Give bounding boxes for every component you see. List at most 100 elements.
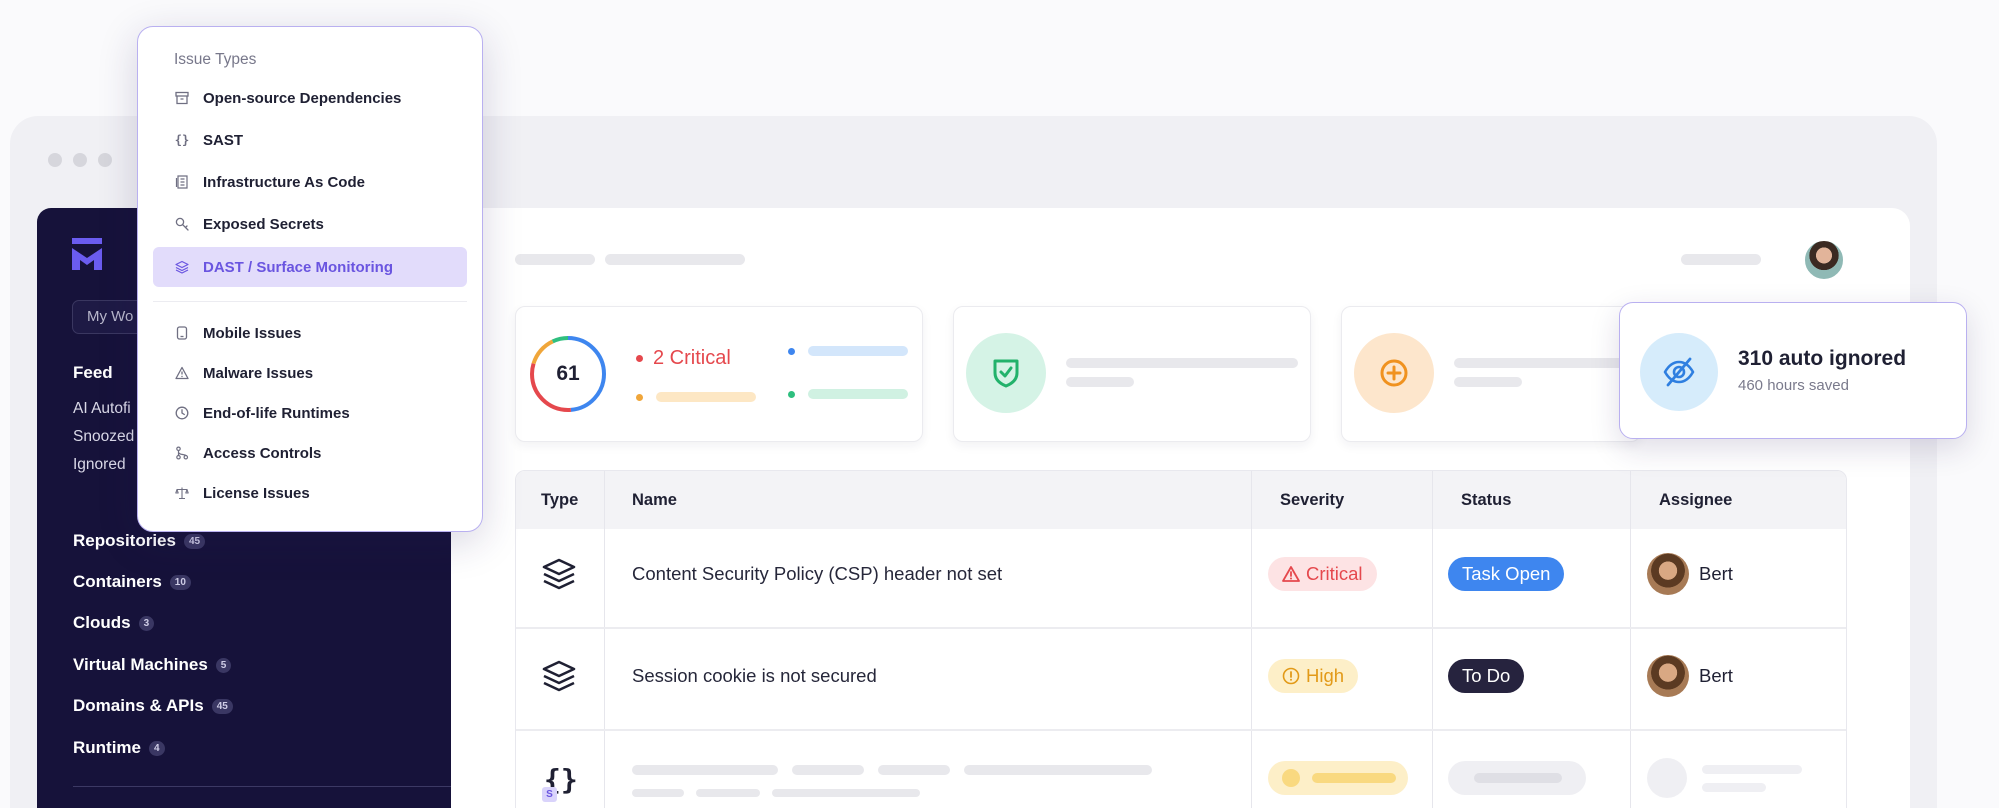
issue-name[interactable]: Session cookie is not secured [632,665,877,687]
row-divider [516,627,1846,629]
sidebar-item-clouds[interactable]: Clouds 3 [73,613,155,633]
issue-name[interactable]: Content Security Policy (CSP) header not… [632,563,1002,585]
avatar [1647,553,1689,595]
breadcrumb-placeholder [515,254,595,265]
menu-item-label: License Issues [203,484,310,502]
loading-placeholder [632,789,684,797]
critical-dot-icon [636,355,643,362]
column-divider [604,471,605,808]
window-dot [98,153,112,167]
sidebar-item-label: Repositories [73,531,176,550]
key-search-icon [174,216,190,232]
sidebar-item-label: Containers [73,572,162,591]
avatar [1647,655,1689,697]
dropdown-divider [153,301,467,302]
archive-icon [174,90,190,106]
severity-placeholder-bar [1312,773,1396,783]
assignee[interactable]: Bert [1647,655,1733,697]
loading-placeholder [878,765,950,775]
critical-count[interactable]: 2 Critical [636,347,731,370]
assignee-name: Bert [1699,665,1733,686]
security-score-card[interactable]: 61 2 Critical [515,306,923,442]
braces-icon: {} S [540,763,580,803]
column-header-status[interactable]: Status [1461,471,1511,529]
count-badge: 4 [149,740,165,756]
card-text-placeholder [1066,358,1298,368]
menu-item-end-of-life-runtimes[interactable]: End-of-life Runtimes [153,393,467,433]
menu-item-infrastructure-as-code[interactable]: Infrastructure As Code [153,162,467,202]
loading-placeholder [1702,765,1802,774]
sidebar-subitem-snoozed[interactable]: Snoozed [73,428,134,446]
menu-item-label: Exposed Secrets [203,215,324,233]
dropdown-title: Issue Types [174,51,257,68]
column-divider [1251,471,1252,808]
window-dot [48,153,62,167]
medium-count-placeholder [808,389,908,399]
menu-item-label: DAST / Surface Monitoring [203,258,394,276]
severity-label: Critical [1306,563,1363,584]
column-divider [1630,471,1631,808]
auto-ignored-card[interactable]: 310 auto ignored 460 hours saved [1619,302,1967,439]
menu-item-malware-issues[interactable]: Malware Issues [153,353,467,393]
sidebar-item-feed[interactable]: Feed [73,363,113,383]
sidebar-divider [73,786,451,787]
count-badge: 5 [215,657,232,673]
loading-placeholder [632,765,778,775]
eye-off-icon [1640,333,1718,411]
branch-icon [174,445,190,461]
severity-label: High [1306,665,1345,686]
sidebar-item-repositories[interactable]: Repositories 45 [73,531,206,551]
window-dot [73,153,87,167]
info-circle-icon [1282,667,1300,685]
column-header-severity[interactable]: Severity [1280,471,1344,529]
low-count-placeholder [808,346,908,356]
high-dot-icon [636,394,643,401]
status-badge[interactable]: Task Open [1448,557,1565,591]
mobile-icon [174,325,190,341]
sidebar-subitem-autofix[interactable]: AI Autofi [73,400,131,418]
warning-triangle-icon [1282,566,1300,582]
sidebar-item-runtime[interactable]: Runtime 4 [73,738,165,758]
card-text-placeholder [1454,377,1522,387]
menu-item-sast[interactable]: {} SAST [153,120,467,160]
assignee-name: Bert [1699,563,1733,584]
layers-icon [542,558,576,590]
issue-types-dropdown: Issue Types Open-source Dependencies {} … [137,26,483,532]
status-badge[interactable]: To Do [1448,659,1525,693]
high-count-placeholder [656,392,756,402]
count-badge: 10 [169,574,191,590]
menu-item-label: Malware Issues [203,364,314,382]
card-text-placeholder [1454,358,1624,368]
clock-icon [174,405,190,421]
menu-item-label: Mobile Issues [203,324,302,342]
sidebar-item-virtual-machines[interactable]: Virtual Machines 5 [73,655,232,675]
menu-item-open-source-dependencies[interactable]: Open-source Dependencies [153,78,467,118]
severity-placeholder-dot [1282,769,1300,787]
issues-table: Type Name Severity Status Assignee Conte… [515,470,1847,808]
menu-item-dast-surface-monitoring[interactable]: DAST / Surface Monitoring [153,247,467,287]
menu-item-mobile-issues[interactable]: Mobile Issues [153,313,467,353]
card-text-placeholder [1066,377,1134,387]
column-header-assignee[interactable]: Assignee [1659,471,1732,529]
column-header-type[interactable]: Type [541,471,578,529]
assignee[interactable]: Bert [1647,553,1733,595]
avatar-placeholder [1647,758,1687,798]
user-avatar[interactable] [1803,239,1845,281]
menu-item-license-issues[interactable]: License Issues [153,473,467,513]
loading-placeholder [696,789,760,797]
column-header-name[interactable]: Name [632,471,677,529]
severity-badge: Critical [1268,557,1377,591]
menu-item-access-controls[interactable]: Access Controls [153,433,467,473]
sidebar-item-domains-apis[interactable]: Domains & APIs 45 [73,696,233,716]
loading-placeholder [792,765,864,775]
menu-item-exposed-secrets[interactable]: Exposed Secrets [153,204,467,244]
add-card[interactable] [1341,306,1641,442]
low-dot-icon [788,348,795,355]
ignored-count: 310 auto ignored [1738,347,1907,370]
sidebar-subitem-ignored[interactable]: Ignored [73,456,126,474]
plus-circle-icon [1354,333,1434,413]
scroll-icon [174,174,190,190]
sidebar-item-containers[interactable]: Containers 10 [73,572,191,592]
protection-card[interactable] [953,306,1311,442]
menu-item-label: SAST [203,131,244,149]
